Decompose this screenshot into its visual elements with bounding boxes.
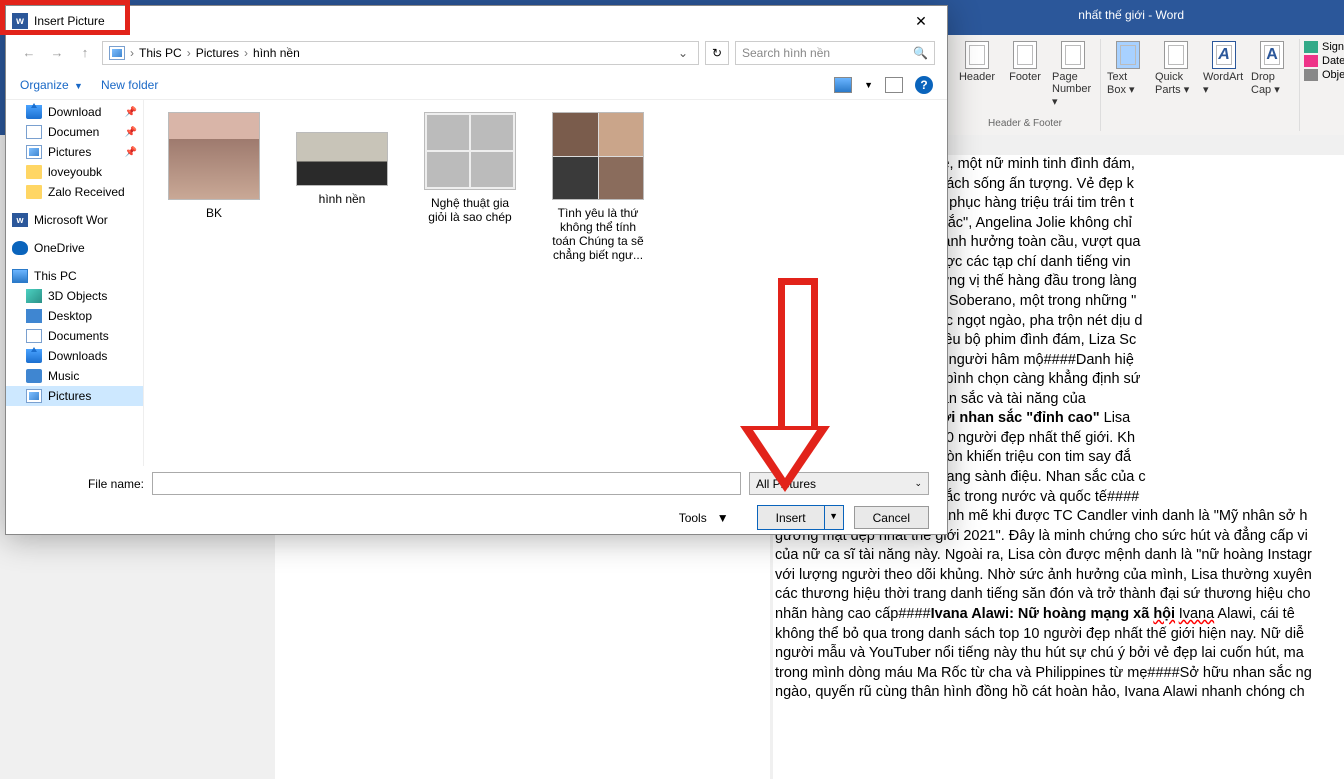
file-item-bk[interactable]: BK: [164, 112, 264, 220]
ribbon-page-number-button[interactable]: Page Number ▾: [1052, 41, 1094, 108]
forward-button[interactable]: →: [46, 42, 68, 64]
folder-icon: [109, 46, 125, 60]
sidebar-item-desktop[interactable]: Desktop: [6, 306, 143, 326]
breadcrumb-pictures[interactable]: Pictures: [196, 46, 239, 60]
annotation-arrow: [765, 278, 830, 492]
file-item-hinhnen[interactable]: hình nền: [292, 112, 392, 206]
cancel-button[interactable]: Cancel: [854, 506, 929, 529]
view-details-button[interactable]: [885, 77, 903, 93]
sidebar-item-pictures2[interactable]: Pictures: [6, 386, 143, 406]
search-icon: 🔍: [913, 46, 928, 60]
file-name-input[interactable]: [152, 472, 741, 495]
sidebar-item-pictures[interactable]: Pictures📌: [6, 142, 143, 162]
sidebar-item-documents[interactable]: Documen📌: [6, 122, 143, 142]
sidebar-item-thispc[interactable]: This PC: [6, 266, 143, 286]
word-window-title: nhất thế giới - Word: [1078, 8, 1184, 22]
sidebar-item-downloads2[interactable]: Downloads: [6, 346, 143, 366]
back-button[interactable]: ←: [18, 42, 40, 64]
file-item-tinhyeu[interactable]: Tình yêu là thứ không thể tính toán Chún…: [548, 112, 648, 262]
sidebar-item-onedrive[interactable]: OneDrive: [6, 238, 143, 258]
file-item-nghethuat[interactable]: Nghệ thuật gia giỏi là sao chép: [420, 112, 520, 224]
breadcrumb-pc[interactable]: This PC: [139, 46, 182, 60]
ribbon-datetime-button[interactable]: Date &: [1304, 55, 1344, 67]
insert-button[interactable]: Insert ▼: [757, 505, 844, 530]
insert-dropdown[interactable]: ▼: [825, 506, 843, 529]
ribbon: Header Footer Page Number ▾ Header & Foo…: [948, 35, 1344, 135]
ribbon-group-label: Header & Footer: [988, 114, 1062, 129]
breadcrumb-folder[interactable]: hình nền: [253, 46, 300, 60]
organize-button[interactable]: Organize ▼: [20, 78, 83, 92]
sidebar-item-zalo[interactable]: Zalo Received: [6, 182, 143, 202]
sidebar-item-3dobjects[interactable]: 3D Objects: [6, 286, 143, 306]
sidebar-item-loveyoubk[interactable]: loveyoubk: [6, 162, 143, 182]
up-button[interactable]: ↑: [74, 42, 96, 64]
refresh-button[interactable]: ↻: [705, 41, 729, 65]
thumbnail-icon: [552, 112, 644, 200]
ribbon-quickparts-button[interactable]: Quick Parts ▾: [1155, 41, 1197, 96]
sidebar: Download📌 Documen📌 Pictures📌 loveyoubk Z…: [6, 100, 144, 466]
close-button[interactable]: ✕: [901, 6, 941, 36]
sidebar-item-documents2[interactable]: Documents: [6, 326, 143, 346]
address-bar[interactable]: › This PC › Pictures › hình nền ⌄: [102, 41, 699, 65]
sidebar-item-downloads[interactable]: Download📌: [6, 102, 143, 122]
dialog-title: Insert Picture: [34, 14, 901, 28]
ribbon-footer-button[interactable]: Footer: [1004, 41, 1046, 108]
new-folder-button[interactable]: New folder: [101, 78, 158, 92]
annotation-highlight-box: [0, 0, 130, 35]
view-icons-button[interactable]: [834, 77, 852, 93]
address-dropdown[interactable]: ⌄: [674, 46, 692, 60]
sidebar-item-music[interactable]: Music: [6, 366, 143, 386]
thumbnail-icon: [296, 132, 388, 186]
thumbnail-icon: [424, 112, 516, 190]
file-name-label: File name:: [24, 477, 144, 491]
ribbon-header-button[interactable]: Header: [956, 41, 998, 108]
search-input[interactable]: Search hình nền 🔍: [735, 41, 935, 65]
thumbnail-icon: [168, 112, 260, 200]
sidebar-item-msword[interactable]: wMicrosoft Wor: [6, 210, 143, 230]
tools-button[interactable]: Tools ▼: [679, 511, 729, 525]
ribbon-wordart-button[interactable]: AWordArt ▾: [1203, 41, 1245, 96]
help-icon[interactable]: ?: [915, 76, 933, 94]
ribbon-dropcap-button[interactable]: ADrop Cap ▾: [1251, 41, 1293, 96]
ribbon-signature-button[interactable]: Signatu: [1304, 41, 1344, 53]
ribbon-object-button[interactable]: Object: [1304, 69, 1344, 81]
ribbon-textbox-button[interactable]: Text Box ▾: [1107, 41, 1149, 96]
